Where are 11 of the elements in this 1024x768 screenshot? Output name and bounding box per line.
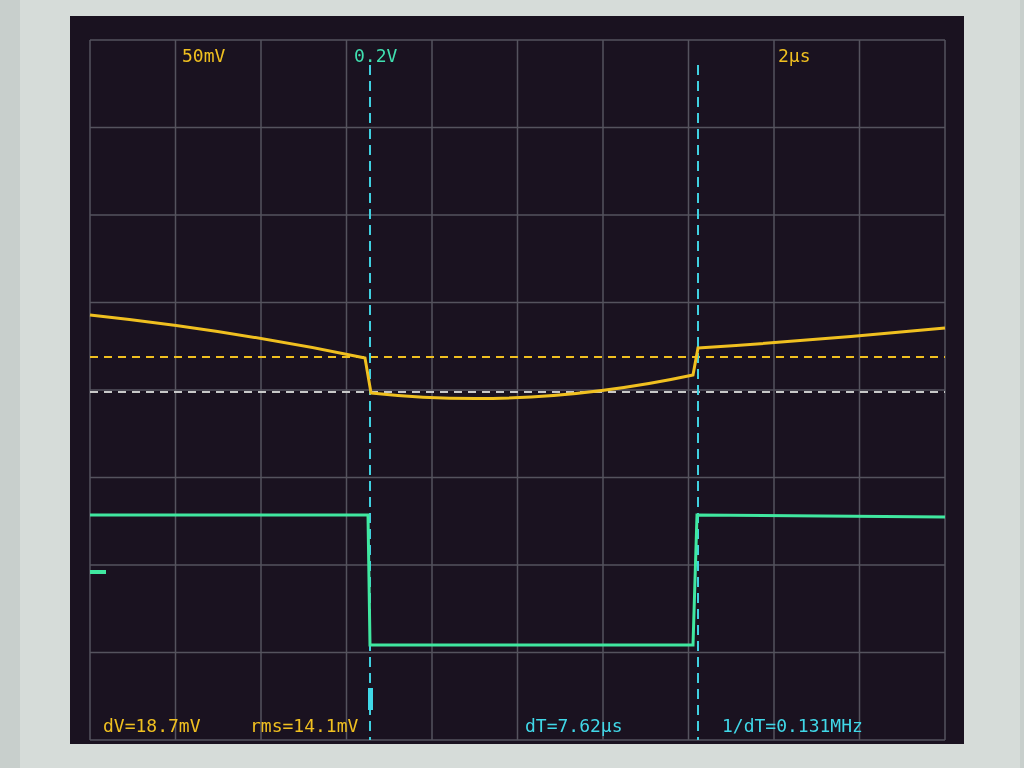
ground-marker <box>90 570 106 574</box>
measurement-readout: 1/dT=0.131MHz <box>722 715 863 736</box>
time-cursor-line[interactable] <box>697 64 699 741</box>
scale-label: 0.2V <box>354 45 398 66</box>
measurement-readout: dT=7.62µs <box>525 715 623 736</box>
scale-label: 2µs <box>778 45 811 66</box>
time-cursor-line[interactable] <box>369 64 371 741</box>
trigger-marker <box>368 688 373 710</box>
measurement-readout: rms=14.1mV <box>250 715 359 736</box>
scale-label: 50mV <box>182 45 226 66</box>
measurement-readout: dV=18.7mV <box>103 715 201 736</box>
